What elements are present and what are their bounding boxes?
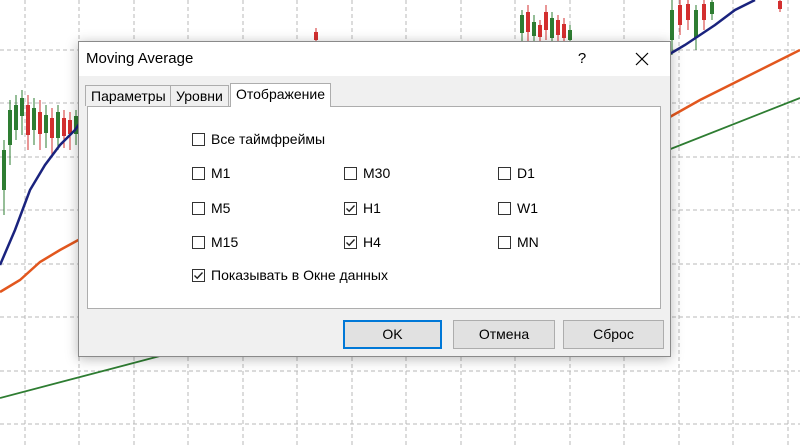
checkbox-m30[interactable]: M30 <box>344 165 390 181</box>
checkbox-label: H1 <box>363 200 381 216</box>
close-button[interactable] <box>624 42 660 76</box>
checkbox-label: M30 <box>363 165 391 181</box>
tab-display[interactable]: Отображение <box>230 83 332 107</box>
ma-line-slow <box>0 355 161 399</box>
checkbox-label: W1 <box>517 200 538 216</box>
checkbox-label: D1 <box>517 165 535 181</box>
checkbox-label: MN <box>517 234 539 250</box>
checkmark-icon <box>346 238 356 246</box>
checkbox-box[interactable] <box>344 166 357 180</box>
checkbox-label: Показывать в Окне данных <box>211 267 388 283</box>
checkbox-all-timeframes[interactable]: Все таймфреймы <box>192 131 325 147</box>
checkbox-box[interactable] <box>344 201 357 215</box>
checkbox-box[interactable] <box>192 201 205 215</box>
help-button[interactable]: ? <box>567 42 597 76</box>
close-icon <box>635 52 649 66</box>
checkbox-m1[interactable]: M1 <box>192 165 230 181</box>
ma-line-medium-right <box>667 48 800 120</box>
ma-line-medium <box>0 236 83 294</box>
checkbox-label: M5 <box>211 200 231 216</box>
checkbox-box[interactable] <box>498 201 511 215</box>
checkbox-h1[interactable]: H1 <box>344 200 381 216</box>
checkbox-label: H4 <box>363 234 381 250</box>
checkbox-box[interactable] <box>344 235 357 249</box>
checkbox-d1[interactable]: D1 <box>498 165 535 181</box>
checkbox-label: Все таймфреймы <box>211 131 326 147</box>
checkbox-label: M1 <box>211 165 231 181</box>
checkbox-w1[interactable]: W1 <box>498 200 538 216</box>
display-tab-panel: Все таймфреймы M1 M30 D1 M5 H1 W1 M15 H4… <box>87 106 661 309</box>
checkbox-mn[interactable]: MN <box>498 234 539 250</box>
cancel-button[interactable]: Отмена <box>453 320 555 349</box>
dialog-titlebar[interactable]: Moving Average ? <box>79 42 670 76</box>
checkmark-icon <box>194 271 204 279</box>
tab-parameters[interactable]: Параметры <box>85 85 172 106</box>
checkbox-box[interactable] <box>192 268 205 282</box>
checkbox-h4[interactable]: H4 <box>344 234 381 250</box>
ok-button[interactable]: OK <box>343 320 442 349</box>
checkbox-box[interactable] <box>192 235 205 249</box>
checkbox-show-in-data-window[interactable]: Показывать в Окне данных <box>192 267 388 283</box>
checkbox-box[interactable] <box>498 166 511 180</box>
tab-levels[interactable]: Уровни <box>170 85 229 106</box>
moving-average-dialog: Moving Average ? Параметры Уровни Отобра… <box>78 41 671 357</box>
checkmark-icon <box>346 204 356 212</box>
reset-button[interactable]: Сброс <box>563 320 664 349</box>
checkbox-m5[interactable]: M5 <box>192 200 230 216</box>
checkbox-box[interactable] <box>498 235 511 249</box>
checkbox-label: M15 <box>211 234 239 250</box>
checkbox-m15[interactable]: M15 <box>192 234 238 250</box>
dialog-title: Moving Average <box>86 50 194 67</box>
checkbox-box[interactable] <box>192 166 205 180</box>
checkbox-box[interactable] <box>192 132 205 146</box>
